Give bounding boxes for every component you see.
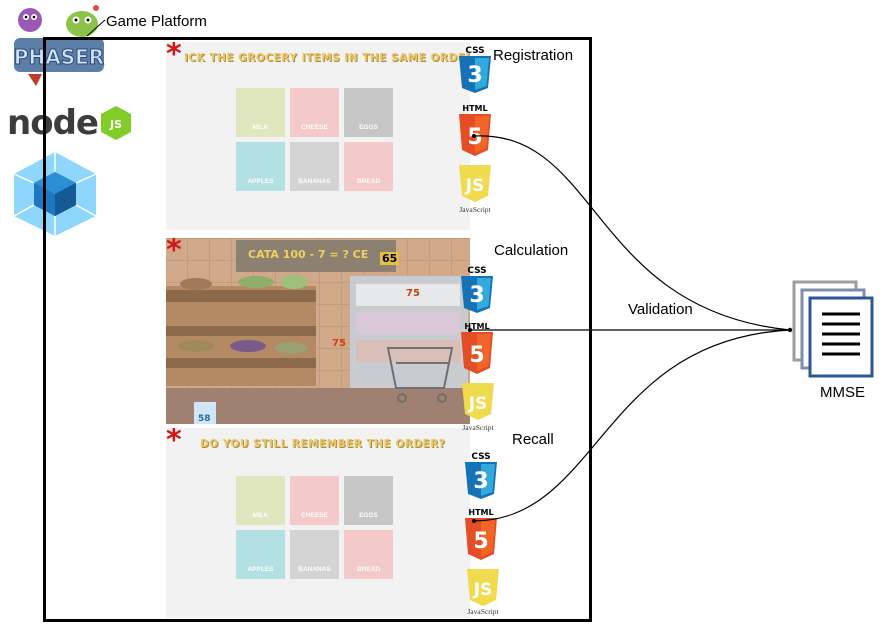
- mmse-label: MMSE: [820, 384, 865, 401]
- connector-recall: [473, 329, 791, 522]
- document-stack-icon: [790, 280, 876, 380]
- connector-registration: [473, 135, 791, 331]
- validation-connectors: [468, 134, 793, 523]
